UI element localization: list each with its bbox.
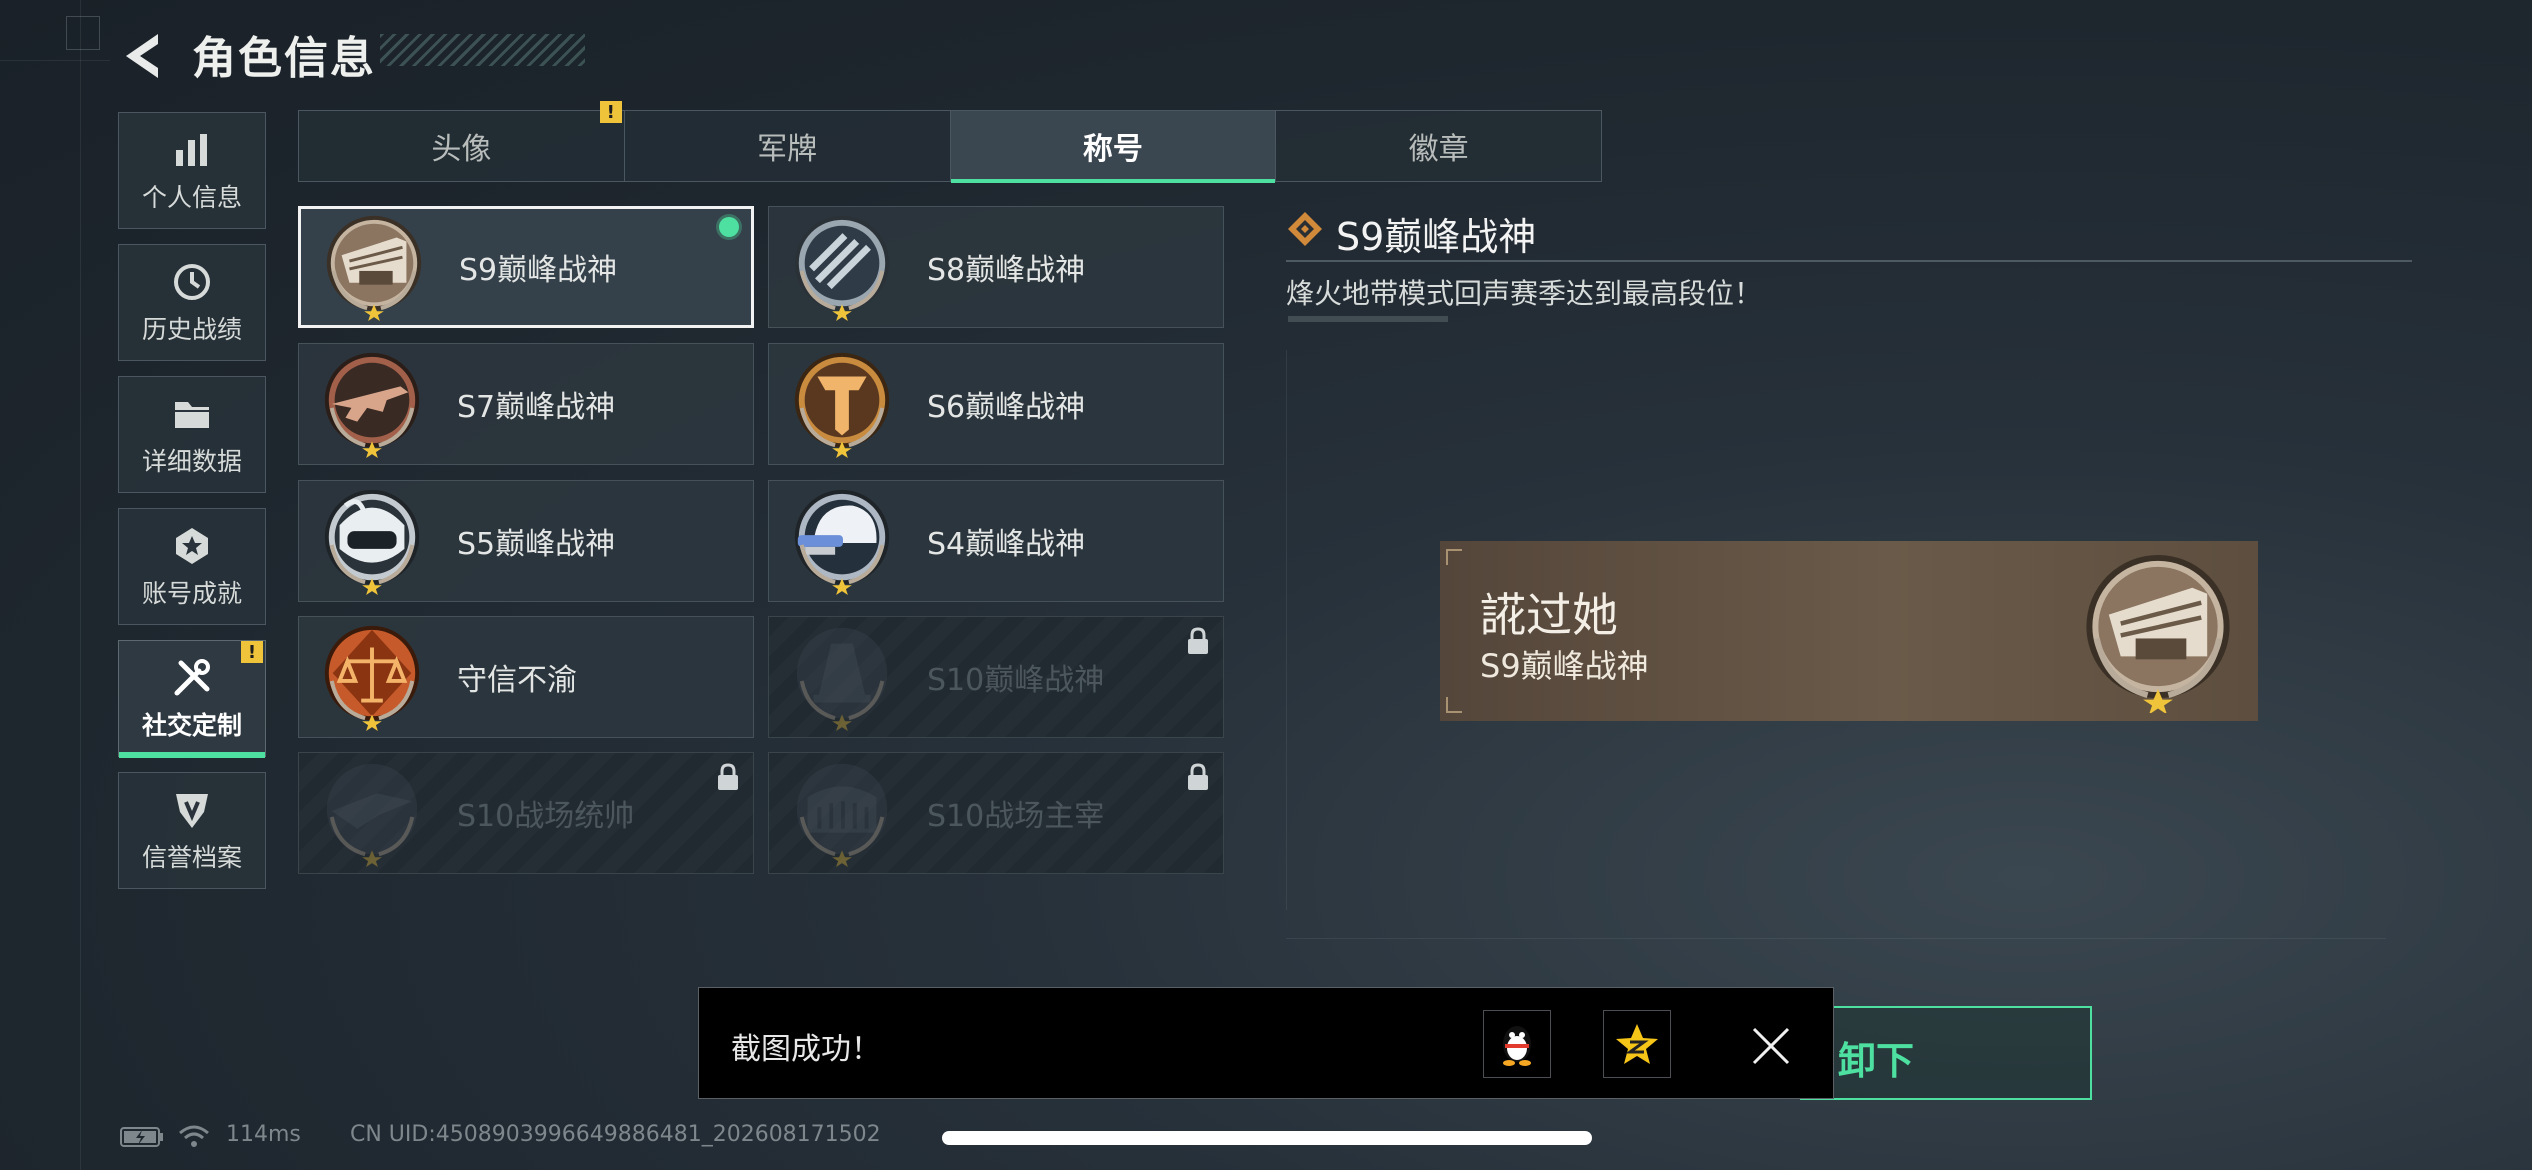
- divider: [1286, 260, 2412, 262]
- sidebar-item-label: 详细数据: [141, 446, 242, 476]
- s9-emblem-icon: [2086, 554, 2230, 713]
- sidebar-item-detailed-data[interactable]: 详细数据: [118, 376, 266, 493]
- back-icon[interactable]: [118, 30, 168, 82]
- s5-emblem-icon: [324, 489, 420, 596]
- s4-emblem-icon: [794, 489, 890, 596]
- sidebar-item-label: 账号成就: [141, 578, 242, 608]
- tab-label: 称号: [1082, 132, 1143, 167]
- alert-badge: !: [241, 641, 263, 663]
- s10-dominator-emblem-icon: [796, 763, 888, 868]
- title-name: S5巅峰战神: [457, 527, 616, 562]
- page-title: 角色信息: [192, 33, 376, 84]
- s10-commander-emblem-icon: [326, 763, 418, 868]
- medal-icon: [170, 524, 214, 568]
- share-qzone-button[interactable]: [1603, 1010, 1671, 1078]
- sidebar-item-label: 历史战绩: [141, 314, 242, 344]
- title-name: S6巅峰战神: [927, 390, 1086, 425]
- tab-badge[interactable]: 徽章: [1276, 111, 1601, 181]
- unequip-button[interactable]: 卸下: [1800, 1006, 2092, 1100]
- folder-icon: [170, 392, 214, 436]
- title-name: 守信不渝: [457, 663, 577, 698]
- home-indicator[interactable]: [942, 1131, 1592, 1145]
- title-name: S7巅峰战神: [457, 390, 616, 425]
- ping-readout: 114ms: [226, 1122, 301, 1147]
- sidebar-item-label: 社交定制: [141, 710, 242, 740]
- s10-peak-emblem-icon: [796, 627, 888, 732]
- alert-badge: !: [599, 101, 622, 123]
- title-card-s9[interactable]: S9巅峰战神: [298, 206, 754, 328]
- title-card-s10-dominator[interactable]: S10战场主宰: [768, 752, 1224, 874]
- tab-title[interactable]: 称号: [950, 111, 1277, 183]
- title-diamond-icon: [1288, 212, 1322, 246]
- screenshot-toast: 截图成功！: [698, 987, 1834, 1099]
- preview-title: S9巅峰战神: [1480, 647, 1649, 685]
- tab-label: 头像: [431, 132, 492, 167]
- equipped-indicator: [719, 217, 739, 237]
- toast-message: 截图成功！: [731, 1032, 881, 1067]
- tab-label: 军牌: [757, 132, 818, 167]
- title-decoration: [380, 34, 585, 66]
- s8-emblem-icon: [794, 215, 890, 322]
- tab-dogtag[interactable]: 军牌: [625, 111, 951, 181]
- title-name: S10战场统帅: [457, 799, 635, 834]
- detail-title: S9巅峰战神: [1336, 215, 1537, 259]
- title-card-s5[interactable]: S5巅峰战神: [298, 480, 754, 602]
- title-card-s7[interactable]: S7巅峰战神: [298, 343, 754, 465]
- sidebar-item-credit-record[interactable]: 信誉档案: [118, 772, 266, 889]
- title-name: S10巅峰战神: [927, 663, 1105, 698]
- title-preview-banner: 誮过她 S9巅峰战神: [1440, 541, 2258, 721]
- title-name: S4巅峰战神: [927, 527, 1086, 562]
- s6-emblem-icon: [794, 352, 890, 459]
- title-card-trustworthy[interactable]: 守信不渝: [298, 616, 754, 738]
- sidebar-item-match-history[interactable]: 历史战绩: [118, 244, 266, 361]
- tab-label: 徽章: [1408, 132, 1469, 167]
- trustworthy-emblem-icon: [324, 625, 420, 732]
- share-qq-button[interactable]: [1483, 1010, 1551, 1078]
- s9-emblem-icon: [326, 215, 422, 322]
- corner-bracket: [1446, 697, 1462, 713]
- preview-player-name: 誮过她: [1480, 588, 1618, 642]
- title-card-s10-peak[interactable]: S10巅峰战神: [768, 616, 1224, 738]
- title-name: S9巅峰战神: [459, 253, 618, 288]
- corner-bracket: [1446, 549, 1462, 565]
- title-card-s8[interactable]: S8巅峰战神: [768, 206, 1224, 328]
- sidebar-item-label: 个人信息: [141, 182, 242, 212]
- wifi-icon: [179, 1125, 209, 1147]
- title-name: S10战场主宰: [927, 799, 1105, 834]
- detail-description: 烽火地带模式回声赛季达到最高段位！: [1286, 277, 1763, 310]
- bar-chart-icon: [170, 128, 214, 172]
- lock-icon: [718, 763, 738, 790]
- qzone-star-icon: [1616, 1024, 1658, 1064]
- uid-readout: CN UID:4508903996649886481_202608171502: [350, 1122, 881, 1147]
- sidebar-item-achievements[interactable]: 账号成就: [118, 508, 266, 625]
- title-card-s10-commander[interactable]: S10战场统帅: [298, 752, 754, 874]
- title-card-s6[interactable]: S6巅峰战神: [768, 343, 1224, 465]
- corner-deco: [66, 16, 100, 50]
- lock-icon: [1188, 763, 1208, 790]
- faint-text-deco: [1288, 316, 1448, 322]
- qq-penguin-icon: [1503, 1026, 1531, 1066]
- category-tabs: 头像 ! 军牌 称号 徽章: [298, 101, 1602, 183]
- tools-icon: [170, 656, 214, 700]
- shield-icon: [170, 788, 214, 832]
- title-card-s4[interactable]: S4巅峰战神: [768, 480, 1224, 602]
- close-icon[interactable]: [1751, 1026, 1791, 1066]
- unequip-label: 卸下: [1838, 1039, 1915, 1083]
- battery-icon: [120, 1127, 163, 1147]
- sidebar-item-social-custom[interactable]: 社交定制 !: [118, 640, 266, 758]
- title-name: S8巅峰战神: [927, 253, 1086, 288]
- s7-emblem-icon: [324, 352, 420, 459]
- sidebar-item-personal-info[interactable]: 个人信息: [118, 112, 266, 229]
- clock-icon: [170, 260, 214, 304]
- sidebar-item-label: 信誉档案: [141, 842, 242, 872]
- lock-icon: [1188, 627, 1208, 654]
- tab-avatar[interactable]: 头像 !: [299, 101, 625, 181]
